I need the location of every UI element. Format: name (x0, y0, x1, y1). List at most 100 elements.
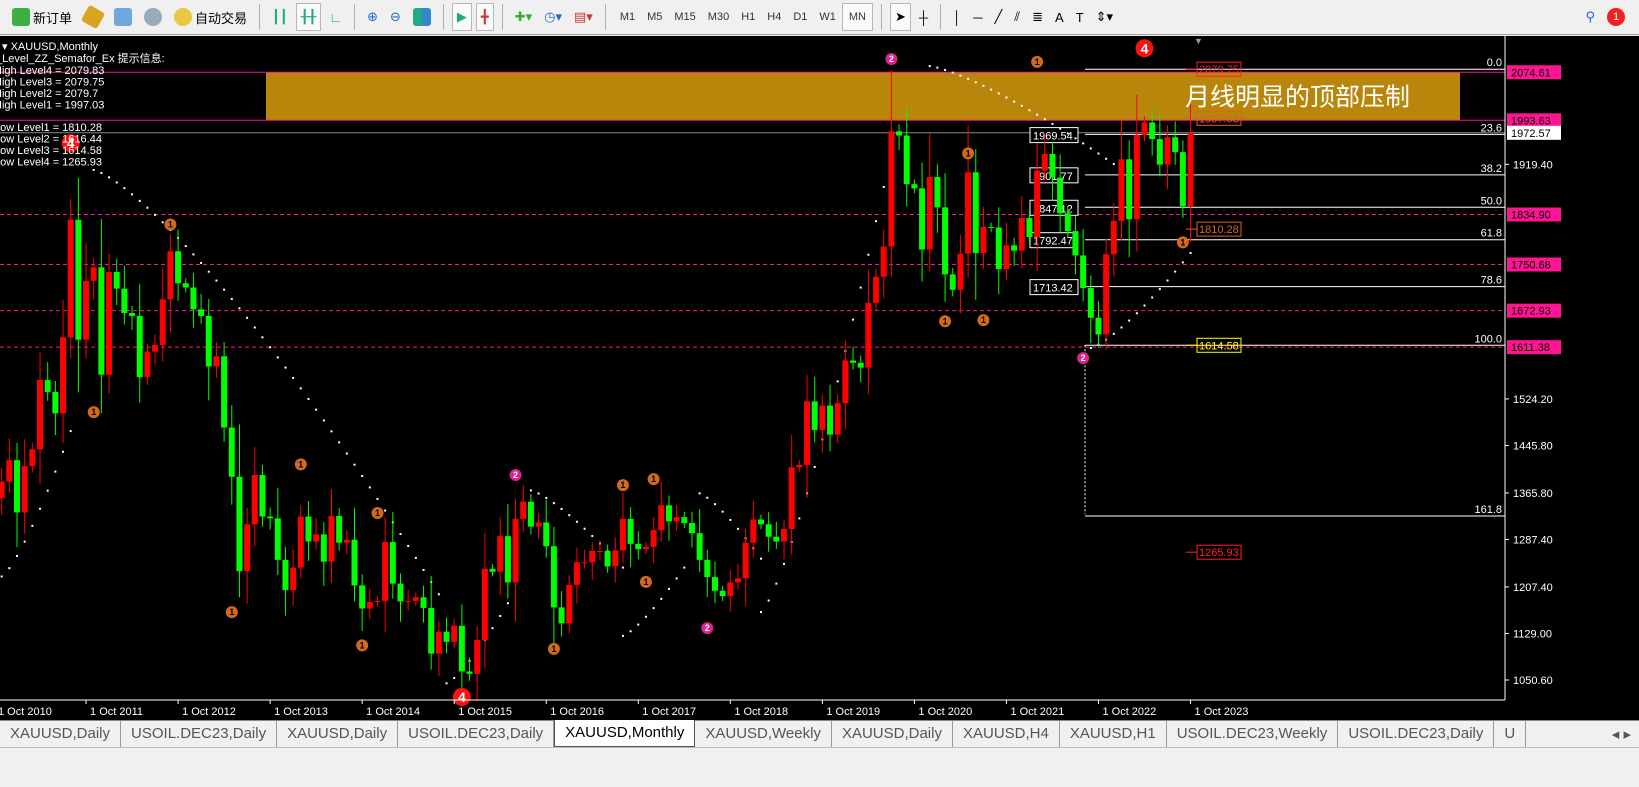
chart-tab[interactable]: XAUUSD,Daily (0, 721, 122, 747)
candle-body (1164, 137, 1171, 165)
fib-level-label: 161.8 (1474, 504, 1502, 516)
crosshair-button[interactable]: ┼ (915, 3, 932, 31)
text-button[interactable]: A (1051, 3, 1068, 31)
indicators-button[interactable]: ✚▾ (511, 3, 536, 31)
timeframe-m30[interactable]: M30 (702, 3, 735, 31)
indicator-info-line: Low Level2 = 1616.44 (0, 134, 102, 146)
chart-tab[interactable]: USOIL.DEC23,Daily (1338, 721, 1495, 747)
sar-dot (621, 566, 624, 569)
candle-body (1172, 137, 1179, 153)
chart-tab[interactable]: XAUUSD,Monthly (554, 720, 696, 747)
candle-body (512, 518, 519, 583)
navigator-button[interactable] (110, 3, 136, 31)
chart-tab[interactable]: U (1494, 721, 1527, 747)
candle-body (612, 550, 619, 567)
candle-body (1187, 132, 1194, 207)
chart-tab[interactable]: XAUUSD,H4 (953, 721, 1060, 747)
cursor-button[interactable]: ➤ (890, 3, 911, 31)
vertical-line-button[interactable]: │ (949, 3, 965, 31)
arrows-button[interactable]: ⇕▾ (1092, 3, 1117, 31)
candlestick-button[interactable]: ╂╂ (295, 3, 322, 31)
trendline-icon: ╱ (994, 9, 1003, 24)
sar-dot (644, 615, 647, 618)
chart-tab[interactable]: USOIL.DEC23,Daily (398, 721, 555, 747)
templates-button[interactable]: ▤▾ (570, 3, 597, 31)
candle-body (688, 523, 695, 534)
search-button[interactable]: ⚲ (1581, 3, 1599, 31)
candle-body (228, 427, 235, 477)
auto-trading-button[interactable]: 自动交易 (170, 3, 251, 31)
candle-body (1179, 152, 1186, 207)
chart-tab[interactable]: XAUUSD,Daily (277, 721, 399, 747)
candle-body (60, 337, 67, 414)
sar-dot (399, 533, 402, 536)
periods-button[interactable]: ◷▾ (540, 3, 566, 31)
timeframe-h4[interactable]: H4 (761, 3, 787, 31)
sar-dot (69, 430, 72, 433)
sar-dot (1105, 157, 1108, 160)
bar-chart-button[interactable]: ┃┃ (268, 3, 292, 31)
sar-dot (384, 509, 387, 512)
candle-body (727, 582, 734, 597)
trendline-button[interactable]: ╱ (990, 3, 1006, 31)
fibonacci-button[interactable]: ≣ (1028, 3, 1047, 31)
timeframe-w1[interactable]: W1 (813, 3, 842, 31)
metaeditor-button[interactable] (80, 3, 106, 31)
timeframe-m15[interactable]: M15 (668, 3, 701, 31)
line-chart-button[interactable]: ∟ (325, 3, 346, 31)
zoom-out-button[interactable]: ⊖ (386, 3, 405, 31)
sar-dot (54, 470, 57, 473)
candle-body (673, 517, 680, 522)
semafor-level: 2 (1081, 353, 1086, 363)
timeframe-mn[interactable]: MN (841, 3, 873, 31)
sar-dot (207, 270, 210, 273)
candle-body (290, 567, 297, 591)
candle-body (942, 207, 949, 275)
tab-scroll-arrows[interactable]: ◂ ▸ (1604, 721, 1639, 747)
horizontal-line-button[interactable]: ─ (969, 3, 986, 31)
notifications-button[interactable]: 1 (1603, 3, 1629, 31)
chart-tab[interactable]: XAUUSD,Daily (832, 721, 953, 747)
chart-tab[interactable]: XAUUSD,H1 (1060, 721, 1167, 747)
horizontal-line-icon: ─ (973, 9, 983, 25)
chart-shift-button[interactable]: ╋ (475, 3, 494, 31)
sar-dot (1181, 261, 1184, 264)
candle-body (159, 299, 166, 346)
new-order-button[interactable]: 新订单 (8, 3, 76, 31)
price-chart[interactable]: 月线明显的顶部压制 0.0 23.6 38.2 50.0 61.8 78.6 100.0 161… (0, 36, 1639, 720)
candle-body (443, 631, 450, 642)
sar-dot (46, 489, 49, 492)
candle-body (880, 246, 887, 277)
autoscroll-button[interactable]: ▶ (451, 3, 472, 31)
sar-dot (322, 419, 325, 422)
sar-dot (92, 168, 95, 171)
equidistant-channel-button[interactable]: ⫽ (1010, 3, 1024, 31)
signals-button[interactable] (140, 3, 166, 31)
candle-body (397, 583, 404, 602)
candle-body (1011, 245, 1018, 251)
candle-body (765, 524, 772, 537)
tile-windows-button[interactable] (409, 3, 435, 31)
candle-body (980, 226, 987, 254)
timeframe-d1[interactable]: D1 (787, 3, 813, 31)
chart-tab[interactable]: USOIL.DEC23,Daily (121, 721, 278, 747)
chart-tab[interactable]: XAUUSD,Weekly (695, 721, 832, 747)
text-icon: A (1055, 9, 1064, 25)
timeframe-m5[interactable]: M5 (641, 3, 668, 31)
price-marker-label: 2074.61 (1511, 67, 1551, 79)
sar-dot (529, 489, 532, 492)
timeframe-m1[interactable]: M1 (614, 3, 641, 31)
indicator-info-line: Low Level3 = 1614.58 (0, 145, 102, 157)
candle-body (995, 227, 1002, 270)
sar-dot (1013, 100, 1016, 103)
zoom-in-button[interactable]: ⊕ (363, 3, 382, 31)
chart-tab[interactable]: USOIL.DEC23,Weekly (1167, 721, 1339, 747)
timeframe-h1[interactable]: H1 (735, 3, 761, 31)
price-tick-label: 1207.40 (1513, 582, 1553, 594)
candle-body (167, 251, 174, 300)
sar-dot (138, 199, 141, 202)
candle-body (1156, 139, 1163, 165)
semafor-level: 2 (705, 623, 710, 633)
text-label-button[interactable]: T (1072, 3, 1088, 31)
sar-dot (959, 74, 962, 77)
